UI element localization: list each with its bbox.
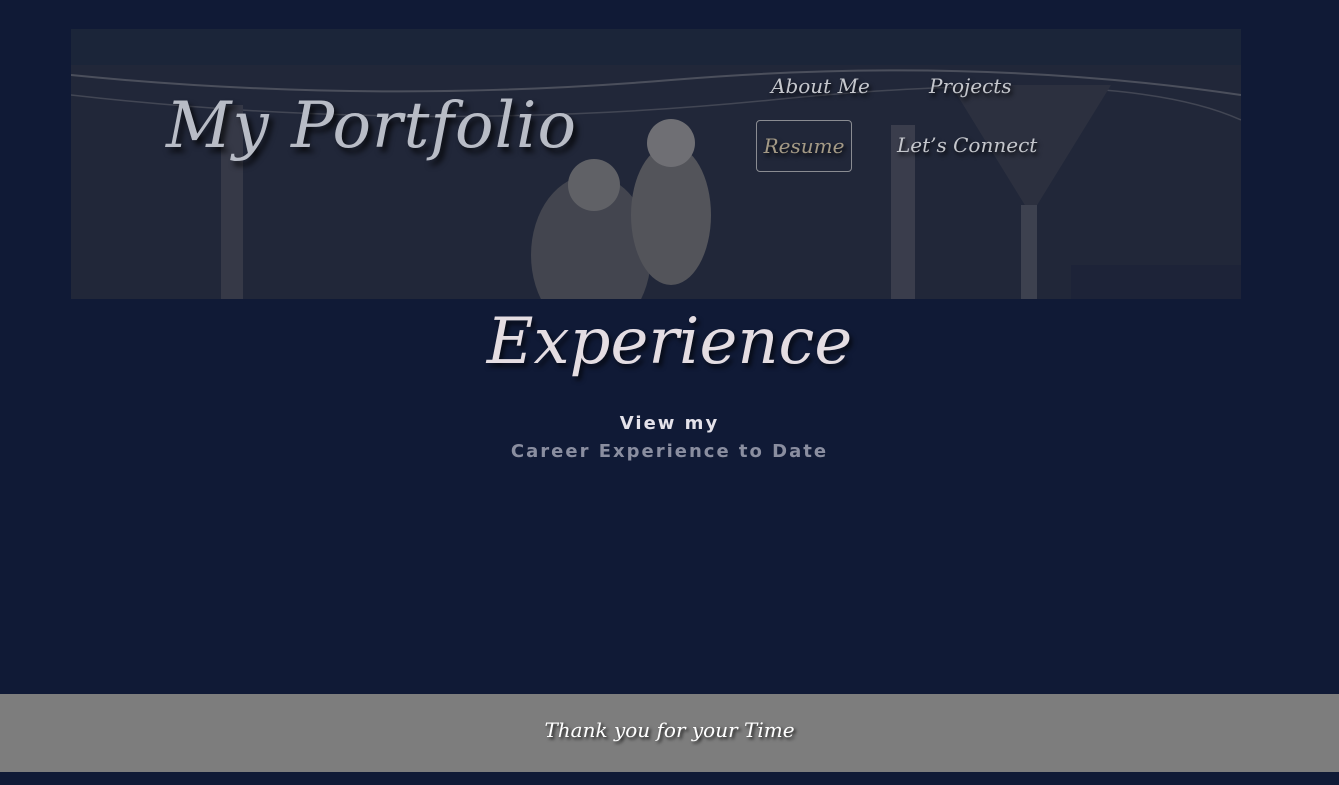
nav-resume-active[interactable]: Resume [756, 120, 852, 172]
nav-projects[interactable]: Projects [929, 74, 1012, 98]
site-title[interactable]: My Portfolio [166, 89, 577, 163]
subheading-line-1: View my [619, 413, 720, 434]
footer-text: Thank you for your Time [544, 718, 795, 742]
site-header: My Portfolio About Me Projects Resume Le… [71, 29, 1241, 299]
page-heading: Experience [486, 305, 853, 379]
nav-about-me[interactable]: About Me [771, 74, 870, 98]
footer: Thank you for your Time [0, 694, 1339, 772]
nav-lets-connect[interactable]: Let’s Connect [897, 133, 1037, 157]
subheading-line-2: Career Experience to Date [510, 441, 829, 462]
header-top-bar [71, 29, 1241, 65]
